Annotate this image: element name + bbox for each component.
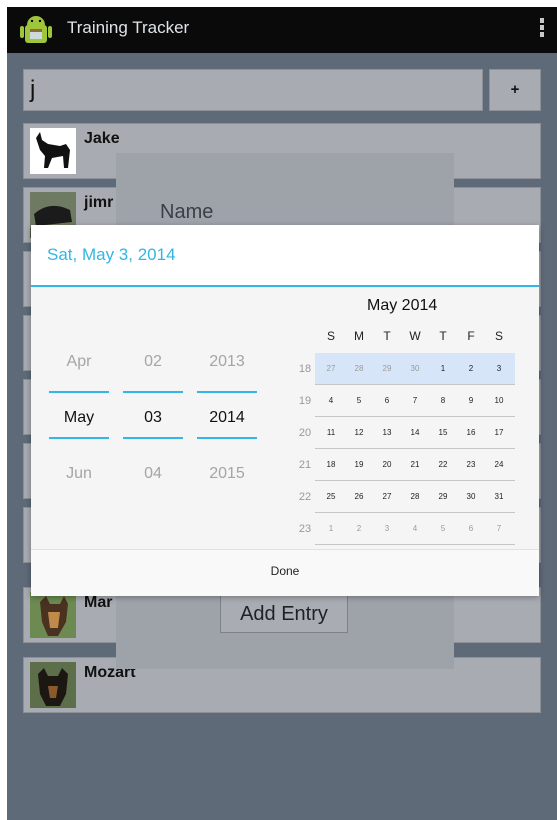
calendar-week-row: 18 19 20 21 22 23 24 [315,449,515,481]
dog-name: Mar [84,594,113,611]
month-next[interactable]: Jun [49,465,109,483]
calendar-day[interactable]: 18 [321,449,341,481]
dog-name: Jake [84,130,120,147]
day-prev[interactable]: 02 [123,353,183,371]
calendar-day[interactable]: 27 [377,481,397,513]
calendar-day[interactable]: 7 [489,513,509,545]
add-dog-button[interactable]: + [489,69,541,111]
month-divider-bottom [49,437,109,439]
week-number: 20 [298,427,312,439]
week-number: 21 [298,459,312,471]
day-current[interactable]: 03 [123,409,183,427]
dog-photo-icon [30,662,76,708]
calendar-day[interactable]: 25 [321,481,341,513]
calendar-day[interactable]: 20 [377,449,397,481]
weekday-header: S [326,329,335,343]
calendar-day[interactable]: 23 [461,449,481,481]
day-divider-top [123,391,183,393]
calendar-week-row: 11 12 13 14 15 16 17 [315,417,515,449]
calendar-day[interactable]: 3 [489,353,509,385]
done-bar: Done [31,549,539,596]
calendar-day[interactable]: 8 [433,385,453,417]
done-button[interactable]: Done [31,564,539,578]
calendar-day[interactable]: 2 [349,513,369,545]
year-divider-bottom [197,437,257,439]
calendar-day[interactable]: 27 [321,353,341,385]
week-number: 19 [298,395,312,407]
calendar-day[interactable]: 7 [405,385,425,417]
calendar-day[interactable]: 2 [461,353,481,385]
calendar-day[interactable]: 4 [405,513,425,545]
day-next[interactable]: 04 [123,465,183,483]
calendar-day[interactable]: 26 [349,481,369,513]
calendar-day[interactable]: 19 [349,449,369,481]
calendar-day[interactable]: 3 [377,513,397,545]
year-current[interactable]: 2014 [197,409,257,427]
calendar-day[interactable]: 22 [433,449,453,481]
calendar-day[interactable]: 17 [489,417,509,449]
weekday-header: W [409,329,421,343]
calendar-day[interactable]: 24 [489,449,509,481]
date-picker-dialog: Sat, May 3, 2014 Apr May Jun 02 03 04 20… [31,225,539,596]
calendar-day[interactable]: 13 [377,417,397,449]
calendar-day[interactable]: 10 [489,385,509,417]
calendar-day[interactable]: 1 [433,353,453,385]
calendar-month-title: May 2014 [367,297,438,314]
calendar-day[interactable]: 28 [349,353,369,385]
calendar-day[interactable]: 6 [377,385,397,417]
selected-date: Sat, May 3, 2014 [47,245,176,264]
day-divider-bottom [123,437,183,439]
week-number: 22 [298,491,312,503]
calendar-day[interactable]: 12 [349,417,369,449]
year-prev[interactable]: 2013 [197,353,257,371]
calendar-day[interactable]: 14 [405,417,425,449]
weekday-header: F [467,329,475,343]
action-bar: Training Tracker [7,7,557,53]
month-prev[interactable]: Apr [49,353,109,371]
calendar-week-row: 4 5 6 7 8 9 10 [315,385,515,417]
search-input[interactable]: j [23,69,483,111]
calendar-day[interactable]: 28 [405,481,425,513]
calendar-day[interactable]: 21 [405,449,425,481]
add-entry-button[interactable]: Add Entry [220,593,348,633]
dog-name: jimr [84,194,114,211]
year-divider-top [197,391,257,393]
month-current[interactable]: May [49,409,109,427]
dog-photo-icon [30,592,76,638]
calendar-day[interactable]: 11 [321,417,341,449]
calendar-day[interactable]: 5 [433,513,453,545]
calendar-day[interactable]: 29 [377,353,397,385]
week-number: 23 [298,523,312,535]
calendar-week-row: 25 26 27 28 29 30 31 [315,481,515,513]
calendar-day[interactable]: 16 [461,417,481,449]
calendar-day[interactable]: 9 [461,385,481,417]
date-picker-header: Sat, May 3, 2014 [31,225,539,287]
calendar-day[interactable]: 31 [489,481,509,513]
weekday-header: T [439,329,447,343]
dog-silhouette-icon [30,128,76,174]
weekday-header: M [354,329,364,343]
calendar-week-row: 1234567 [315,513,515,545]
calendar-day[interactable]: 5 [349,385,369,417]
week-number: 18 [298,363,312,375]
weekday-header: S [494,329,503,343]
calendar-week-row: 27 28 29 30 1 2 3 [315,353,515,385]
calendar-day[interactable]: 6 [461,513,481,545]
android-app-icon [20,16,52,43]
calendar-day[interactable]: 30 [405,353,425,385]
year-next[interactable]: 2015 [197,465,257,483]
calendar-day[interactable]: 15 [433,417,453,449]
weekday-header: T [383,329,391,343]
name-label: Name [160,201,214,223]
month-divider-top [49,391,109,393]
app-title: Training Tracker [67,18,190,37]
calendar-day[interactable]: 4 [321,385,341,417]
calendar-day[interactable]: 1 [321,513,341,545]
calendar-day[interactable]: 30 [461,481,481,513]
app-screen: Training Tracker j + Jake jimr Mar Mozar… [7,7,557,820]
calendar-day[interactable]: 29 [433,481,453,513]
overflow-menu-icon[interactable] [539,18,545,42]
